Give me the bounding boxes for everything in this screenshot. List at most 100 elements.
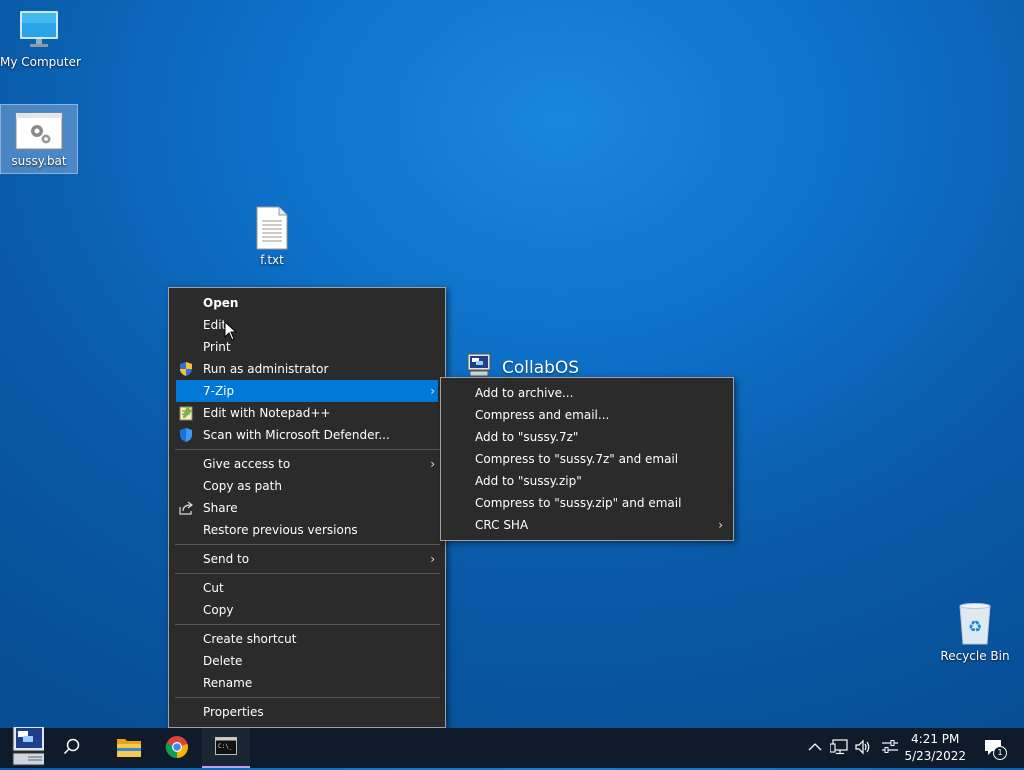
submenu-item-add-to-archive[interactable]: Add to archive...	[441, 382, 733, 404]
menu-item-copy-as-path[interactable]: Copy as path	[169, 475, 445, 497]
menu-item-properties[interactable]: Properties	[169, 701, 445, 723]
taskbar: C:\_ 4:21 PM 5/23/2022 1	[0, 724, 1024, 770]
menu-item-label: Compress and email...	[475, 408, 610, 422]
share-icon	[178, 500, 194, 516]
menu-item-label: Open	[203, 296, 239, 310]
notification-count-badge: 1	[993, 746, 1007, 760]
menu-item-label: Add to archive...	[475, 386, 574, 400]
menu-item-edit[interactable]: Edit	[169, 314, 445, 336]
menu-item-open[interactable]: Open	[169, 292, 445, 314]
menu-separator	[175, 697, 440, 698]
chevron-up-icon	[808, 741, 822, 755]
menu-item-label: Print	[203, 340, 231, 354]
monitor-icon	[17, 8, 61, 52]
menu-item-label: Properties	[203, 705, 264, 719]
desktop-icon-recycle-bin[interactable]: ♻ Recycle Bin	[936, 602, 1014, 663]
menu-item-share[interactable]: Share	[169, 497, 445, 519]
start-icon	[4, 724, 46, 770]
menu-item-label: 7-Zip	[203, 384, 235, 398]
menu-item-label: Give access to	[203, 457, 291, 471]
search-icon	[63, 738, 81, 759]
taskbar-app-file-explorer[interactable]	[105, 728, 153, 768]
recycle-bin-icon: ♻	[955, 602, 995, 646]
menu-item-cut[interactable]: Cut	[169, 577, 445, 599]
menu-item-label: Restore previous versions	[203, 523, 358, 537]
menu-item-label: Share	[203, 501, 238, 515]
menu-separator	[175, 449, 440, 450]
tray-input-settings[interactable]	[878, 728, 902, 768]
chrome-icon	[165, 735, 189, 762]
text-file-icon	[255, 206, 289, 250]
clock-date: 5/23/2022	[904, 749, 966, 763]
desktop-icon-f-txt[interactable]: f.txt	[233, 206, 311, 267]
chevron-right-icon: ›	[430, 384, 435, 398]
menu-item-create-shortcut[interactable]: Create shortcut	[169, 628, 445, 650]
menu-item-label: Add to "sussy.7z"	[475, 430, 579, 444]
desktop-icon-my-computer[interactable]: My Computer	[0, 8, 81, 78]
submenu-item-add-to-7z[interactable]: Add to "sussy.7z"	[441, 426, 733, 448]
clock-time: 4:21 PM	[911, 732, 960, 746]
collabos-title: CollabOS	[502, 357, 580, 378]
desktop-icon-label: My Computer	[0, 55, 81, 69]
menu-item-label: Delete	[203, 654, 243, 668]
menu-item-scan-with-defender[interactable]: Scan with Microsoft Defender...	[169, 424, 445, 446]
menu-item-restore-previous-versions[interactable]: Restore previous versions	[169, 519, 445, 541]
menu-item-7zip[interactable]: 7-Zip ›	[176, 380, 438, 402]
menu-item-label: Compress to "sussy.7z" and email	[475, 452, 679, 466]
svg-text:♻: ♻	[968, 617, 982, 636]
speaker-icon	[854, 739, 872, 758]
menu-separator	[175, 573, 440, 574]
menu-item-edit-with-notepadpp[interactable]: Edit with Notepad++	[169, 402, 445, 424]
submenu-item-compress-zip-email[interactable]: Compress to "sussy.zip" and email	[441, 492, 733, 514]
menu-item-send-to[interactable]: Send to ›	[169, 548, 445, 570]
submenu-item-add-to-zip[interactable]: Add to "sussy.zip"	[441, 470, 733, 492]
batch-file-gear-icon	[15, 111, 63, 151]
network-icon	[829, 738, 848, 758]
action-center-button[interactable]: 1	[980, 728, 1008, 768]
file-explorer-icon	[116, 736, 142, 761]
menu-item-rename[interactable]: Rename	[169, 672, 445, 694]
menu-item-label: Rename	[203, 676, 253, 690]
tray-show-hidden-icons[interactable]	[804, 728, 826, 768]
menu-item-label: Edit with Notepad++	[203, 406, 331, 420]
desktop-icon-label: f.txt	[260, 253, 284, 267]
submenu-7zip: Add to archive... Compress and email... …	[440, 377, 734, 541]
mouse-cursor-icon	[224, 320, 238, 341]
menu-item-label: CRC SHA	[475, 518, 529, 532]
menu-item-give-access-to[interactable]: Give access to ›	[169, 453, 445, 475]
tray-volume[interactable]	[852, 728, 874, 768]
menu-item-print[interactable]: Print	[169, 336, 445, 358]
chevron-right-icon: ›	[430, 552, 435, 566]
context-menu: Open Edit Print Run as administrator 7-Z…	[168, 287, 446, 728]
menu-item-label: Copy	[203, 603, 234, 617]
desktop-icon-sussy-bat[interactable]: sussy.bat	[0, 104, 78, 174]
taskbar-app-terminal[interactable]: C:\_	[202, 728, 250, 768]
menu-separator	[175, 544, 440, 545]
menu-item-label: Cut	[203, 581, 224, 595]
taskbar-clock[interactable]: 4:21 PM 5/23/2022	[904, 731, 966, 765]
submenu-item-compress-7z-email[interactable]: Compress to "sussy.7z" and email	[441, 448, 733, 470]
menu-item-copy[interactable]: Copy	[169, 599, 445, 621]
defender-shield-icon	[178, 427, 194, 443]
search-button[interactable]	[48, 728, 96, 768]
submenu-item-compress-and-email[interactable]: Compress and email...	[441, 404, 733, 426]
svg-text:C:\_: C:\_	[218, 743, 233, 750]
uac-shield-icon	[178, 361, 194, 377]
terminal-icon: C:\_	[215, 736, 237, 758]
menu-item-delete[interactable]: Delete	[169, 650, 445, 672]
menu-item-run-as-administrator[interactable]: Run as administrator	[169, 358, 445, 380]
chevron-right-icon: ›	[718, 518, 723, 532]
menu-separator	[175, 624, 440, 625]
menu-item-label: Copy as path	[203, 479, 282, 493]
notification-icon: 1	[984, 739, 1007, 760]
desktop-icon-label: Recycle Bin	[940, 649, 1010, 663]
tray-network[interactable]	[828, 728, 850, 768]
taskbar-app-chrome[interactable]	[153, 728, 201, 768]
sliders-icon	[881, 739, 899, 758]
submenu-item-crc-sha[interactable]: CRC SHA ›	[441, 514, 733, 536]
notepadpp-icon	[178, 405, 194, 421]
start-button[interactable]	[0, 724, 48, 770]
menu-item-label: Create shortcut	[203, 632, 297, 646]
menu-item-label: Edit	[203, 318, 227, 332]
menu-item-label: Send to	[203, 552, 250, 566]
